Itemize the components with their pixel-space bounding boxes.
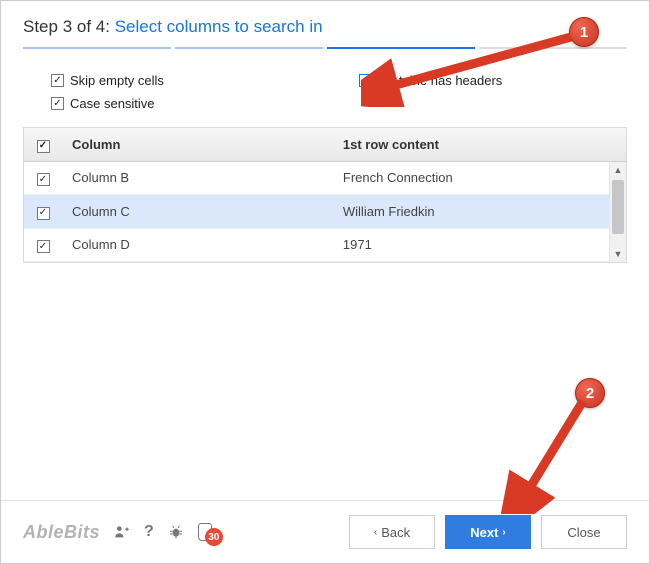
step-prefix: Step 3 of 4:	[23, 17, 110, 36]
row-first-content: William Friedkin	[333, 195, 626, 229]
scroll-thumb[interactable]	[612, 180, 624, 234]
option-has-headers[interactable]: My table has headers	[359, 73, 627, 88]
progress-seg-4	[479, 47, 627, 49]
bug-icon[interactable]	[168, 524, 184, 540]
checkbox-has-headers[interactable]	[359, 74, 372, 87]
back-button[interactable]: ‹ Back	[349, 515, 435, 549]
header-first-row[interactable]: 1st row content	[333, 128, 626, 161]
checkbox-case-sensitive[interactable]: ✓	[51, 97, 64, 110]
option-case-sensitive[interactable]: ✓ Case sensitive	[51, 96, 319, 111]
table-row[interactable]: ✓ Column C William Friedkin	[24, 195, 626, 229]
row-first-content: 1971	[333, 228, 626, 262]
dialog-content: Step 3 of 4: Select columns to search in…	[1, 1, 649, 263]
table-header-row: ✓ Column 1st row content	[24, 128, 626, 161]
options-left-col: ✓ Skip empty cells ✓ Case sensitive	[51, 73, 319, 119]
label-skip-empty: Skip empty cells	[70, 73, 164, 88]
row-checkbox[interactable]: ✓	[37, 173, 50, 186]
license-counter[interactable]: 30	[198, 523, 212, 541]
step-title-link[interactable]: Select columns to search in	[115, 17, 323, 36]
checkbox-select-all[interactable]: ✓	[37, 140, 50, 153]
progress-seg-1	[23, 47, 171, 49]
footer-left: AbleBits ? 30	[23, 522, 339, 543]
row-col-name: Column D	[62, 228, 333, 262]
brand-logo: AbleBits	[23, 522, 100, 543]
close-button[interactable]: Close	[541, 515, 627, 549]
help-icon[interactable]: ?	[144, 523, 154, 541]
annotation-marker-1: 1	[569, 17, 599, 47]
options-right-col: My table has headers	[359, 73, 627, 119]
next-button-label: Next	[470, 525, 498, 540]
annotation-marker-2: 2	[575, 378, 605, 408]
scroll-down-icon[interactable]: ▼	[610, 246, 626, 262]
back-button-label: Back	[381, 525, 410, 540]
label-has-headers: My table has headers	[378, 73, 502, 88]
header-column[interactable]: Column	[62, 128, 333, 161]
progress-seg-2	[175, 47, 323, 49]
table-scrollbar[interactable]: ▲ ▼	[609, 162, 626, 262]
contact-icon[interactable]	[114, 524, 130, 540]
header-select-all[interactable]: ✓	[24, 128, 62, 161]
table-row[interactable]: ✓ Column D 1971	[24, 228, 626, 262]
option-skip-empty[interactable]: ✓ Skip empty cells	[51, 73, 319, 88]
checkbox-skip-empty[interactable]: ✓	[51, 74, 64, 87]
step-heading: Step 3 of 4: Select columns to search in	[23, 17, 627, 37]
annotation-arrow-2	[501, 389, 611, 514]
columns-table: ✓ Column 1st row content ✓ Column B Fren…	[24, 128, 626, 262]
close-button-label: Close	[567, 525, 600, 540]
table-row[interactable]: ✓ Column B French Connection	[24, 161, 626, 195]
counter-badge: 30	[205, 528, 223, 546]
label-case-sensitive: Case sensitive	[70, 96, 155, 111]
row-checkbox[interactable]: ✓	[37, 207, 50, 220]
chevron-right-icon: ›	[502, 527, 505, 538]
dialog-footer: AbleBits ? 30 ‹ Back Next › Close	[1, 500, 649, 563]
row-col-name: Column C	[62, 195, 333, 229]
row-checkbox[interactable]: ✓	[37, 240, 50, 253]
dialog-frame: Step 3 of 4: Select columns to search in…	[0, 0, 650, 564]
row-col-name: Column B	[62, 161, 333, 195]
next-button[interactable]: Next ›	[445, 515, 531, 549]
row-first-content: French Connection	[333, 161, 626, 195]
options-row: ✓ Skip empty cells ✓ Case sensitive My t…	[23, 73, 627, 119]
chevron-left-icon: ‹	[374, 527, 377, 538]
progress-bar	[23, 47, 627, 49]
columns-table-wrap: ✓ Column 1st row content ✓ Column B Fren…	[23, 127, 627, 263]
progress-seg-3	[327, 47, 475, 49]
scroll-up-icon[interactable]: ▲	[610, 162, 626, 178]
